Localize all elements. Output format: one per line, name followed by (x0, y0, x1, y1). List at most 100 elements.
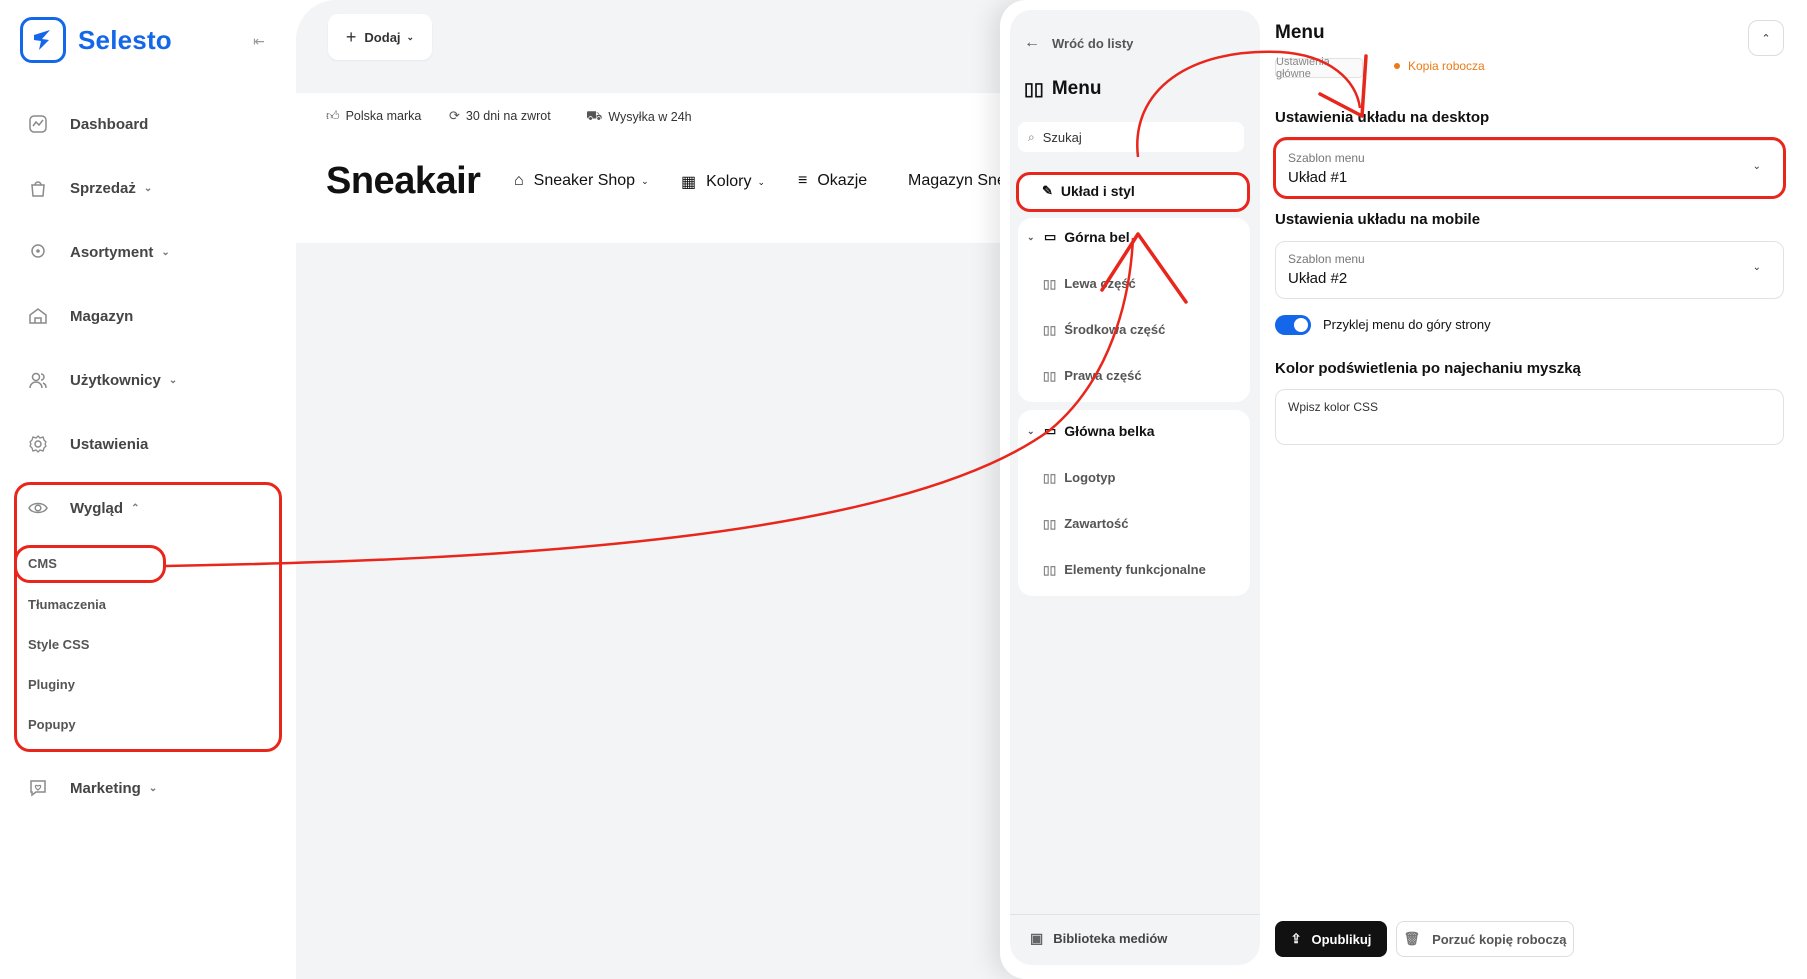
hover-color-input[interactable]: Wpisz kolor CSS (1275, 389, 1784, 445)
media-library-label: Biblioteka mediów (1053, 931, 1168, 946)
tree-group-label: Górna bel (1064, 229, 1130, 245)
thumbs-up-icon: 👍︎ (326, 108, 340, 123)
tree-item[interactable]: ▯▯ Elementy funkcjonalne (1043, 562, 1206, 577)
chevron-down-icon: ⌄ (641, 175, 649, 186)
layout-icon: ▯▯ (1043, 516, 1057, 531)
tree-item-label: Środkowa część (1064, 322, 1166, 337)
tag-icon (26, 240, 50, 264)
tree-group-gorna-belka[interactable]: ⌄ ▭ Górna bel (1027, 229, 1130, 245)
select-value: Układ #2 (1288, 270, 1348, 287)
layout-icon: ▯▯ (1024, 78, 1044, 99)
chevron-down-icon: ⌄ (168, 374, 178, 386)
sidebar-item-uzytkownicy[interactable]: Użytkownicy ⌄ (26, 365, 177, 395)
sidebar-item-label: Asortyment (70, 243, 154, 261)
store-nav-label: Magazyn Snea (908, 172, 1002, 189)
mobile-template-select[interactable]: Szablon menu Układ #2 ⌄ (1275, 241, 1784, 299)
selesto-logo-icon (20, 17, 66, 63)
bag-icon (26, 176, 50, 200)
draft-status-label: Kopia robocza (1408, 59, 1485, 73)
store-nav-label: Okazje (817, 172, 868, 189)
sidebar-item-magazyn[interactable]: Magazyn (26, 301, 133, 331)
image-icon: ▣ (1030, 930, 1044, 946)
tree-title-label: Menu (1051, 78, 1102, 99)
sidebar-item-ustawienia[interactable]: Ustawienia (26, 429, 148, 459)
discard-label: Porzuć kopię roboczą (1432, 931, 1567, 947)
logo[interactable]: Selesto (20, 17, 172, 63)
chart-icon (26, 112, 50, 136)
sidebar-item-marketing[interactable]: Marketing ⌄ (26, 773, 157, 803)
annotation-box-wyglad (14, 482, 282, 752)
upload-icon: ⇪ (1290, 931, 1302, 946)
hover-color-section-title: Kolor podświetlenia po najechaniu myszką (1275, 360, 1581, 377)
store-nav-okazje[interactable]: ≡ Okazje (798, 172, 867, 190)
tree-title: ▯▯ Menu (1024, 78, 1101, 100)
plus-icon: + (345, 26, 357, 47)
publish-button[interactable]: ⇪ Opublikuj (1275, 921, 1387, 957)
tree-group-label: Główna belka (1064, 423, 1155, 439)
folder-icon: ▭ (1044, 423, 1057, 438)
tree-item[interactable]: ▯▯ Prawa część (1043, 368, 1142, 383)
search-value: Szukaj (1042, 129, 1082, 145)
chevron-up-icon: ⌃ (1761, 32, 1771, 45)
tree-item[interactable]: ▯▯ Środkowa część (1043, 322, 1165, 337)
back-to-list-link[interactable]: ← Wróć do listy (1024, 34, 1133, 52)
tree-item[interactable]: ▯▯ Zawartość (1043, 516, 1129, 531)
menu-icon: ≡ (798, 172, 808, 189)
tree-item-label: Zawartość (1064, 516, 1129, 531)
draft-status: Kopia robocza (1394, 59, 1485, 73)
form-title: Menu (1275, 22, 1325, 43)
store-nav-label: Kolory (706, 173, 752, 190)
layout-icon: ▯▯ (1043, 276, 1057, 291)
discard-draft-button[interactable]: 🗑︎ Porzuć kopię roboczą (1396, 921, 1574, 957)
collapse-panel-button[interactable]: ⌃ (1748, 20, 1784, 56)
store-nav-kolory[interactable]: ▦ Kolory ⌄ (681, 172, 765, 192)
usp-label: Wysyłka w 24h (608, 110, 692, 124)
annotation-box-cms (14, 545, 166, 583)
toggle-knob (1294, 318, 1308, 332)
chevron-down-icon: ⌄ (143, 182, 153, 194)
crumb-general-settings[interactable]: Ustawienia główne (1275, 56, 1363, 80)
sticky-menu-toggle[interactable] (1275, 315, 1311, 335)
store-nav-sneaker-shop[interactable]: ⌂ Sneaker Shop ⌄ (514, 172, 649, 190)
tree-item[interactable]: ▯▯ Logotyp (1043, 470, 1115, 485)
users-icon (26, 368, 50, 392)
tree-item-label: Lewa część (1064, 276, 1136, 291)
add-button[interactable]: + Dodaj ⌄ (328, 14, 432, 60)
annotation-box-desktop-template (1273, 137, 1786, 199)
media-library-link[interactable]: ▣ Biblioteka mediów (1030, 930, 1167, 947)
search-icon: ⌕ (1028, 129, 1035, 144)
logo-text: Selesto (78, 24, 172, 55)
usp-label: Polska marka (345, 109, 422, 123)
collapse-sidebar-icon[interactable]: ⇤ (248, 30, 270, 52)
refresh-icon: ⟳ (449, 108, 460, 123)
tree-search-input[interactable]: ⌕ Szukaj (1018, 122, 1244, 152)
tree-group-glowna-belka[interactable]: ⌄ ▭ Główna belka (1027, 423, 1155, 439)
store-brand[interactable]: Sneakair (326, 160, 481, 203)
usp-item: 👍︎ Polska marka (326, 108, 421, 124)
sidebar-item-label: Ustawienia (70, 435, 149, 453)
gear-icon (26, 432, 50, 456)
chevron-down-icon: ⌄ (1752, 262, 1761, 273)
sidebar-item-label: Marketing (70, 779, 141, 797)
store-nav-magazyn[interactable]: Magazyn Snea (908, 172, 1002, 190)
sidebar-item-dashboard[interactable]: Dashboard (26, 109, 148, 139)
publish-label: Opublikuj (1311, 931, 1372, 947)
heart-chat-icon (26, 776, 50, 800)
tree-item-label: Prawa część (1064, 368, 1142, 383)
grid-icon: ▦ (681, 174, 697, 191)
chevron-down-icon: ⌄ (161, 246, 170, 258)
sidebar-item-asortyment[interactable]: Asortyment ⌄ (26, 237, 170, 267)
tree-item[interactable]: ▯▯ Lewa część (1043, 276, 1136, 291)
tree-item-label: Elementy funkcjonalne (1064, 562, 1206, 577)
chevron-down-icon: ⌄ (148, 782, 158, 794)
usp-item: ⟳ 30 dni na zwrot (449, 108, 551, 124)
layout-icon: ▯▯ (1043, 470, 1057, 485)
sticky-menu-label: Przyklej menu do góry strony (1323, 317, 1491, 332)
layout-icon: ▯▯ (1043, 322, 1057, 337)
desktop-section-title: Ustawienia układu na desktop (1275, 109, 1490, 126)
sidebar-item-sprzedaz[interactable]: Sprzedaż ⌄ (26, 173, 152, 203)
store-nav-label: Sneaker Shop (533, 172, 636, 189)
tree-item-label: Logotyp (1064, 470, 1116, 485)
chevron-down-icon: ⌄ (757, 176, 766, 187)
usp-label: 30 dni na zwrot (465, 109, 551, 123)
